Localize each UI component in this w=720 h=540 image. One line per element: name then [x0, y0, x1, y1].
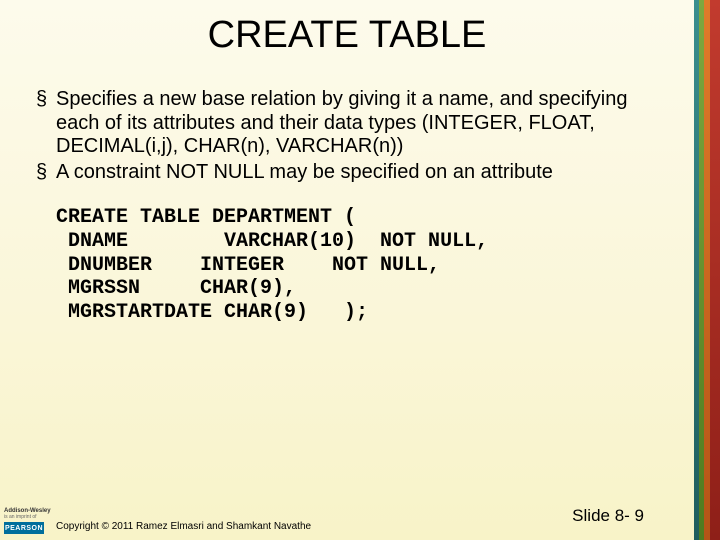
slide-body: Specifies a new base relation by giving … [36, 88, 676, 324]
stripe [710, 0, 720, 540]
bullet-item: Specifies a new base relation by giving … [36, 88, 676, 159]
code-block: CREATE TABLE DEPARTMENT ( DNAME VARCHAR(… [56, 206, 676, 324]
slide-number: Slide 8- 9 [572, 506, 644, 526]
bullet-list: Specifies a new base relation by giving … [36, 88, 676, 184]
pearson-logo: PEARSON [4, 522, 44, 534]
bullet-item: A constraint NOT NULL may be specified o… [36, 161, 676, 185]
publisher-line2: is an imprint of [4, 515, 48, 520]
slide-title: CREATE TABLE [0, 14, 694, 57]
copyright-text: Copyright © 2011 Ramez Elmasri and Shamk… [56, 521, 311, 532]
slide: CREATE TABLE Specifies a new base relati… [0, 0, 720, 540]
publisher-block: Addison-Wesley is an imprint of PEARSON [4, 508, 48, 534]
decorative-stripes [694, 0, 720, 540]
footer: Addison-Wesley is an imprint of PEARSON … [0, 484, 694, 540]
